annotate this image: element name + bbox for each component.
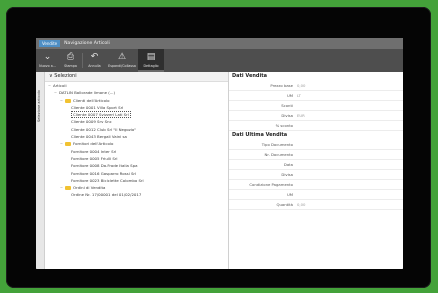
tree-node-label: Ordini di Vendita: [73, 185, 106, 191]
toolbar-label: Stampa: [64, 64, 77, 68]
field-value[interactable]: 0,00: [297, 81, 305, 90]
form-field: Condizione Pagamento: [229, 180, 403, 190]
tree-node-label: Fornitore 0008 Da.Frode Italia Spa: [71, 163, 138, 169]
tree-node[interactable]: − Clienti dell'Articolo: [45, 97, 228, 104]
form-field: Sconti: [229, 101, 403, 111]
ribbon-toolbar: ⌄ Nuovo a... ⎙ Stampa ↶ Annulla ⚠ Espand…: [36, 49, 403, 72]
form-field: UM LT: [229, 91, 403, 101]
field-label: Tipo Documento: [261, 142, 293, 147]
expand-collapse-button[interactable]: ⚠ Espandi/Collassa: [106, 49, 138, 72]
tree-node[interactable]: Fornitore 0023 Biciclette Colombo Srl: [45, 177, 228, 184]
undo-icon: ↶: [90, 52, 99, 62]
folder-icon: [65, 142, 71, 147]
tree-node-label: DATLIN Ballorade limone (...): [59, 90, 115, 96]
detail-icon: ▤: [146, 52, 156, 62]
tree-node[interactable]: Cliente 0012 Club Srl "Il Negozio": [45, 126, 228, 133]
toolbar-label: Espandi/Collassa: [108, 64, 136, 68]
tree-node[interactable]: Fornitore 0004 Inter Srl: [45, 148, 228, 155]
field-label: Divisa: [281, 172, 293, 177]
undo-button[interactable]: ↶ Annulla: [83, 49, 106, 72]
new-button[interactable]: ⌄ Nuovo a...: [36, 49, 59, 72]
form-field: Quantità 0,00: [229, 200, 403, 210]
tree-node-label: Fornitore 0004 Inter Srl: [71, 148, 117, 154]
tree-node-label: Fornitore 0023 Biciclette Colombo Srl: [71, 177, 144, 183]
tree-node-label: Cliente 0009 Srv Snc: [71, 119, 112, 125]
tree-node[interactable]: − Articoli: [45, 82, 228, 89]
tree-node[interactable]: Cliente 0007 Svizzeri Lati Srl: [45, 111, 228, 119]
field-label: Nr. Documento: [264, 152, 293, 157]
tree-node-label: Fornitore 0005 Friulli Srl: [71, 155, 118, 161]
field-label: % sconto: [275, 123, 293, 128]
field-label: Quantità: [276, 202, 294, 207]
tree-node-label: Fornitori dell'Articolo: [73, 141, 114, 147]
tree-node-label: Cliente 0043 Bergali Vaini sa: [71, 134, 127, 140]
tree-node-label: Ordine Nr. 17/00001 del 01/02/2017: [71, 192, 142, 198]
form-field: % sconto: [229, 121, 403, 131]
detail-button[interactable]: ▤ Dettaglio: [138, 49, 164, 72]
tree-node[interactable]: Cliente 0001 Villa Sport Srl: [45, 104, 228, 111]
tree-node-label: Fornitore 0016 Gasparro Rossi Srl: [71, 170, 137, 176]
app-screen: Vendite Navigazione Articoli ⌄ Nuovo a..…: [36, 38, 403, 269]
field-label: UM: [286, 192, 293, 197]
field-label: Data: [283, 162, 293, 167]
tree-node[interactable]: − Ordini di Vendita: [45, 184, 228, 191]
tree-node-label: Cliente 0007 Svizzeri Lati Srl: [71, 111, 131, 119]
form-field: Divisa EUR: [229, 111, 403, 121]
tree-node-label: Articoli: [53, 83, 67, 88]
field-value[interactable]: 0,00: [297, 200, 305, 209]
section-title-dati-ultima-vendita: Dati Ultima Vendita: [232, 132, 288, 138]
tree-node[interactable]: Cliente 0009 Srv Snc: [45, 118, 228, 125]
dati-vendita-fields: Prezzo base 0,00 UM LT Sconti Divisa EUR % scon…: [229, 81, 403, 131]
tree-node[interactable]: Fornitore 0008 Da.Frode Italia Spa: [45, 162, 228, 169]
dati-ultima-vendita-fields: Tipo Documento Nr. Documento Data Divisa Con…: [229, 140, 403, 210]
side-tab-strip[interactable]: Selezione articolo: [36, 72, 45, 269]
form-field: Tipo Documento: [229, 140, 403, 150]
chevron-down-icon: ⌄: [43, 52, 52, 62]
collapse-chevron-icon: ∨: [49, 73, 53, 79]
tree-node[interactable]: Fornitore 0016 Gasparro Rossi Srl: [45, 170, 228, 177]
app-menu-button[interactable]: Vendite: [39, 40, 61, 47]
printer-icon: ⎙: [66, 52, 75, 62]
tree-node[interactable]: − Fornitori dell'Articolo: [45, 140, 228, 147]
folder-icon: [65, 186, 71, 191]
form-field: Prezzo base 0,00: [229, 81, 403, 91]
field-label: Divisa: [281, 113, 293, 118]
section-title-dati-vendita: Dati Vendita: [232, 73, 267, 79]
print-button[interactable]: ⎙ Stampa: [59, 49, 82, 72]
folder-icon: [65, 98, 71, 103]
selection-pane-title: Selezioni: [54, 73, 77, 79]
form-field: Divisa: [229, 170, 403, 180]
tree-node[interactable]: − DATLIN Ballorade limone (...): [45, 89, 228, 96]
title-bar: Vendite Navigazione Articoli: [36, 38, 403, 49]
selection-pane-header[interactable]: ∨ Selezioni: [45, 72, 228, 82]
warning-icon: ⚠: [117, 52, 127, 62]
form-field: Nr. Documento: [229, 150, 403, 160]
field-label: Prezzo base: [270, 83, 293, 88]
field-label: Condizione Pagamento: [249, 182, 293, 187]
field-value[interactable]: LT: [297, 91, 301, 100]
field-value[interactable]: EUR: [297, 111, 305, 120]
tree-node-label: Cliente 0012 Club Srl "Il Negozio": [71, 126, 137, 132]
form-field: Data: [229, 160, 403, 170]
toolbar-label: Annulla: [88, 64, 101, 68]
tree-node[interactable]: Ordine Nr. 17/00001 del 01/02/2017: [45, 191, 228, 198]
field-label: UM: [286, 93, 293, 98]
window-title: Navigazione Articoli: [64, 41, 110, 46]
tree-node-label: Cliente 0001 Villa Sport Srl: [71, 104, 124, 110]
article-tree: − Articoli − DATLIN Ballorade limone (...) −…: [45, 82, 228, 199]
detail-pane: Dati Vendita Prezzo base 0,00 UM LT Sconti Di…: [229, 72, 403, 269]
field-label: Sconti: [281, 103, 293, 108]
selection-pane: ∨ Selezioni − Articoli − DATLIN Ballorade l…: [45, 72, 229, 269]
tree-node[interactable]: Fornitore 0005 Friulli Srl: [45, 155, 228, 162]
side-tab-label: Selezione articolo: [37, 90, 41, 122]
tree-node[interactable]: Cliente 0043 Bergali Vaini sa: [45, 133, 228, 140]
tree-node-label: Clienti dell'Articolo: [73, 97, 110, 103]
toolbar-label: Nuovo a...: [39, 64, 56, 68]
form-field: UM: [229, 190, 403, 200]
toolbar-label: Dettaglio: [143, 64, 159, 68]
